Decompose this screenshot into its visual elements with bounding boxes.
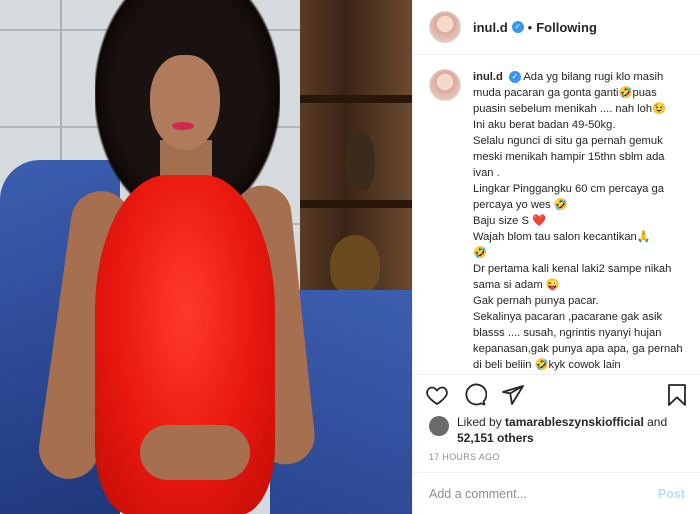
- caption-line: Gak pernah punya pacar.: [473, 295, 599, 307]
- comment-box: Add a comment... Post: [413, 472, 700, 514]
- avatar[interactable]: [429, 11, 461, 43]
- caption-text: inul.d ✓ Ada yg bilang rugi klo masih mud…: [473, 69, 685, 374]
- likes-text: Liked by tamarableszynskiofficial and 52…: [457, 414, 667, 446]
- comment-input[interactable]: Add a comment...: [429, 487, 527, 501]
- bookmark-icon[interactable]: [665, 383, 689, 407]
- action-bar: [413, 374, 700, 414]
- verified-badge-icon: ✓: [508, 71, 521, 84]
- liker-username[interactable]: tamarableszynskiofficial: [505, 415, 644, 429]
- caption-line: Ini aku berat badan 49-50kg.: [473, 119, 616, 131]
- timestamp[interactable]: 17 HOURS AGO: [413, 446, 700, 472]
- following-button[interactable]: Following: [536, 20, 597, 35]
- caption-line: Dr pertama kali kenal laki2 sampe nikah …: [473, 263, 672, 291]
- share-icon[interactable]: [501, 383, 525, 407]
- heart-icon[interactable]: [425, 383, 449, 407]
- separator-dot: •: [527, 19, 533, 35]
- caption-username[interactable]: inul.d: [473, 71, 503, 83]
- post-image[interactable]: [0, 0, 412, 514]
- hands: [140, 425, 250, 480]
- post-header: inul.d ✓ • Following: [413, 0, 700, 55]
- comment-icon[interactable]: [463, 383, 487, 407]
- post-sidebar: inul.d ✓ • Following inul.d ✓ Ada yg bila…: [412, 0, 700, 514]
- likes-and: and: [647, 415, 668, 429]
- caption-line: 🤣: [473, 247, 487, 259]
- post-button[interactable]: Post: [658, 487, 685, 501]
- likes-prefix: Liked by: [457, 415, 502, 429]
- header-username[interactable]: inul.d: [473, 20, 508, 35]
- liker-avatar[interactable]: [429, 416, 449, 436]
- caption-area: inul.d ✓ Ada yg bilang rugi klo masih mud…: [413, 55, 700, 374]
- verified-badge-icon: ✓: [511, 21, 524, 33]
- caption-line: Baju size S ❤️: [473, 215, 547, 227]
- caption-line: Lingkar Pinggangku 60 cm percaya ga perc…: [473, 183, 664, 211]
- caption-avatar[interactable]: [429, 69, 461, 101]
- post-viewer: inul.d ✓ • Following inul.d ✓ Ada yg bila…: [0, 0, 700, 514]
- caption-line: Sekalinya pacaran ,pacarane gak asik bla…: [473, 311, 683, 371]
- face: [150, 55, 220, 150]
- lips: [172, 122, 194, 130]
- likes-row: Liked by tamarableszynskiofficial and 52…: [413, 414, 700, 446]
- caption-line: Selalu ngunci di situ ga pernah gemuk me…: [473, 135, 665, 179]
- likes-count[interactable]: 52,151 others: [457, 431, 534, 445]
- caption-line: Wajah blom tau salon kecantikan🙏: [473, 231, 651, 243]
